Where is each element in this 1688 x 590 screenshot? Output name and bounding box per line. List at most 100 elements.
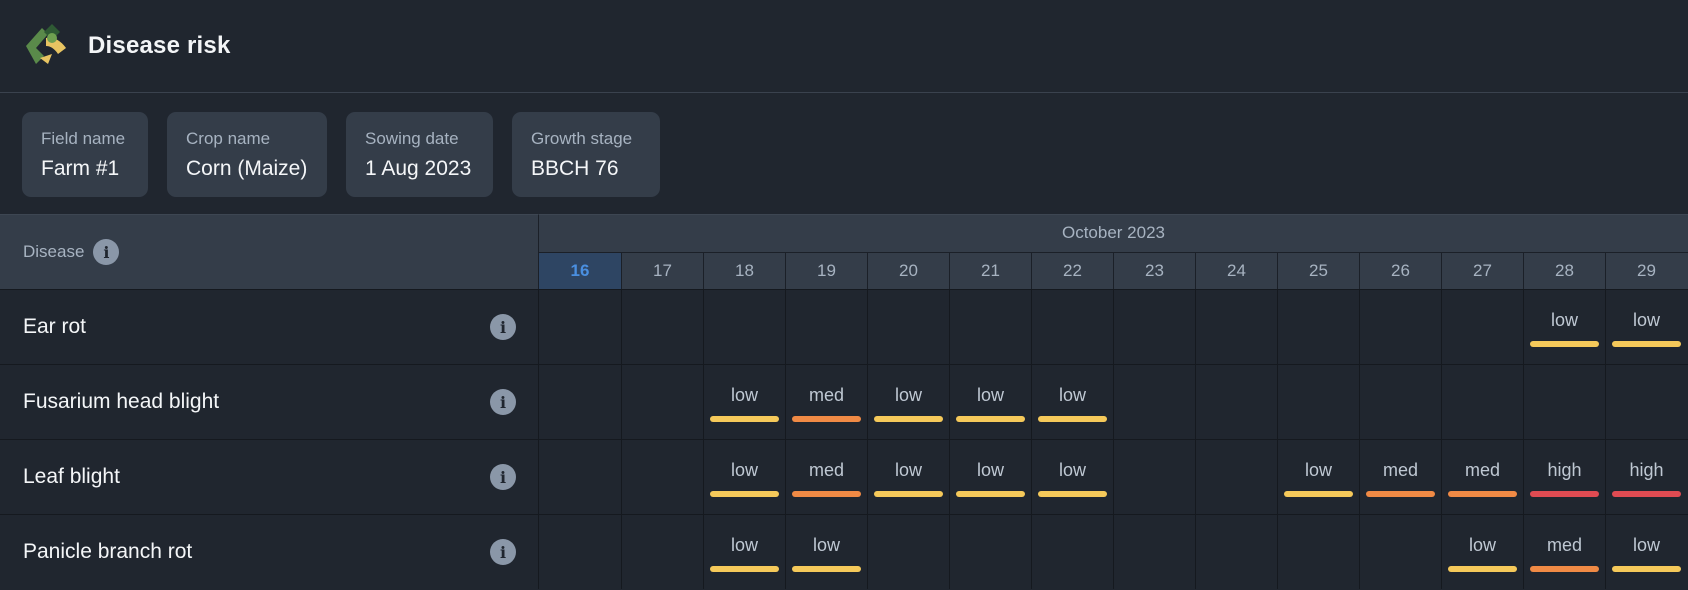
risk-cell[interactable]: med [785, 365, 867, 439]
risk-cell [621, 440, 703, 514]
risk-level-label: med [808, 385, 844, 405]
leaf-logo-icon [26, 24, 66, 64]
risk-level-bar [874, 416, 943, 422]
day-header-20: 20 [867, 252, 949, 289]
risk-cell [1195, 515, 1277, 589]
risk-cell [1277, 365, 1359, 439]
table-row: Panicle branch rot i low low low med low [0, 514, 1688, 589]
day-header-21: 21 [949, 252, 1031, 289]
info-icon[interactable]: i [490, 464, 516, 490]
page-title: Disease risk [88, 32, 231, 59]
risk-cell[interactable]: med [785, 440, 867, 514]
card-value: Corn (Maize) [186, 157, 308, 180]
risk-level-bar [792, 416, 861, 422]
disease-name: Fusarium head blight [23, 390, 220, 413]
risk-cell[interactable]: low [1605, 515, 1687, 589]
day-header-28: 28 [1523, 252, 1605, 289]
day-header-24: 24 [1195, 252, 1277, 289]
risk-cell[interactable]: med [1441, 440, 1523, 514]
risk-cell[interactable]: low [1441, 515, 1523, 589]
risk-cells: low low low med low [539, 515, 1687, 589]
risk-cell[interactable]: low [703, 440, 785, 514]
info-icon[interactable]: i [93, 239, 120, 265]
info-icon[interactable]: i [490, 389, 516, 415]
risk-level-label: med [1464, 460, 1500, 480]
risk-cell[interactable]: low [1277, 440, 1359, 514]
risk-cell[interactable]: med [1359, 440, 1441, 514]
risk-level-bar [792, 566, 861, 572]
info-icon[interactable]: i [490, 314, 516, 340]
risk-cell[interactable]: low [785, 515, 867, 589]
risk-cell [539, 515, 621, 589]
risk-level-bar [956, 416, 1025, 422]
table-header: Disease i October 2023 16 17 18 19 20 21 22 23 2… [0, 214, 1688, 289]
disease-name-cell: Panicle branch rot i [0, 515, 539, 589]
risk-cell [621, 515, 703, 589]
risk-level-bar [710, 491, 779, 497]
card-label: Field name [41, 129, 126, 148]
risk-level-bar [1612, 566, 1681, 572]
risk-level-label: med [1382, 460, 1418, 480]
risk-cell[interactable]: low [949, 440, 1031, 514]
risk-level-label: low [894, 460, 922, 480]
risk-cell [1113, 440, 1195, 514]
risk-level-label: low [730, 460, 758, 480]
risk-cell [539, 290, 621, 364]
disease-risk-app: Disease risk Field name Farm #1 Crop nam… [0, 0, 1688, 590]
risk-cell [1195, 365, 1277, 439]
risk-level-label: low [1632, 535, 1660, 555]
risk-cell[interactable]: low [867, 440, 949, 514]
risk-cell[interactable]: low [703, 515, 785, 589]
risk-cell [1277, 290, 1359, 364]
risk-level-bar [874, 491, 943, 497]
risk-cell [1113, 365, 1195, 439]
day-header-17: 17 [621, 252, 703, 289]
disease-name: Panicle branch rot [23, 540, 193, 563]
risk-cell [1441, 290, 1523, 364]
risk-cells: low med low low low low med med high high [539, 440, 1687, 514]
card-label: Growth stage [531, 129, 633, 148]
risk-level-bar [792, 491, 861, 497]
risk-cell[interactable]: med [1523, 515, 1605, 589]
risk-level-bar [1612, 491, 1681, 497]
risk-level-bar [1284, 491, 1353, 497]
disease-risk-table: Disease i October 2023 16 17 18 19 20 21 22 23 2… [0, 214, 1688, 589]
risk-cell [1031, 290, 1113, 364]
risk-cell[interactable]: low [1605, 290, 1687, 364]
risk-cell [621, 365, 703, 439]
card-value: BBCH 76 [531, 157, 619, 180]
risk-level-label: low [1550, 310, 1578, 330]
risk-level-bar [1448, 566, 1517, 572]
table-row: Leaf blight i low med low low low low med med high… [0, 439, 1688, 514]
risk-cell [1113, 515, 1195, 589]
risk-cell[interactable]: low [949, 365, 1031, 439]
risk-level-label: low [1058, 460, 1086, 480]
disease-name: Leaf blight [23, 465, 120, 488]
risk-cell[interactable]: low [1031, 365, 1113, 439]
risk-level-bar [1366, 491, 1435, 497]
risk-cell [1195, 440, 1277, 514]
risk-level-label: med [1546, 535, 1582, 555]
risk-cell[interactable]: low [703, 365, 785, 439]
card-label: Crop name [186, 129, 271, 148]
risk-cell[interactable]: low [867, 365, 949, 439]
risk-level-bar [710, 566, 779, 572]
risk-cell [621, 290, 703, 364]
risk-level-label: low [730, 535, 758, 555]
disease-name-cell: Ear rot i [0, 290, 539, 364]
disease-name-cell: Fusarium head blight i [0, 365, 539, 439]
day-header-22: 22 [1031, 252, 1113, 289]
risk-level-bar [1612, 341, 1681, 347]
risk-cell[interactable]: high [1523, 440, 1605, 514]
disease-header-label: Disease [23, 242, 85, 261]
risk-cell [785, 290, 867, 364]
risk-cell[interactable]: low [1031, 440, 1113, 514]
day-header-25: 25 [1277, 252, 1359, 289]
risk-cell [1605, 365, 1687, 439]
risk-cell [1359, 515, 1441, 589]
risk-cell[interactable]: high [1605, 440, 1687, 514]
risk-level-label: high [1629, 460, 1664, 480]
risk-cell[interactable]: low [1523, 290, 1605, 364]
info-icon[interactable]: i [490, 539, 516, 565]
risk-level-label: high [1547, 460, 1582, 480]
